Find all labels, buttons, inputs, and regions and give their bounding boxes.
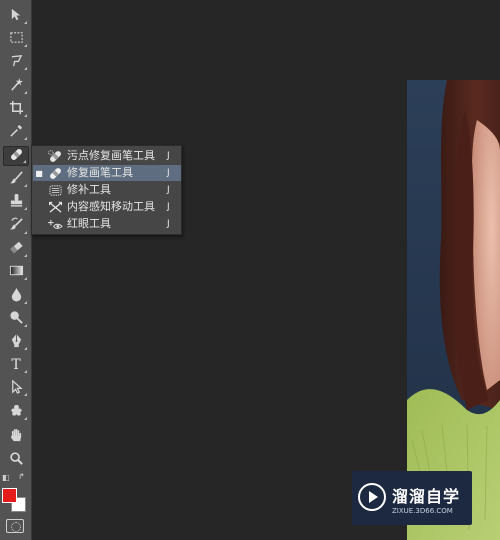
brush-tool[interactable]: [3, 169, 29, 189]
custom-shape-icon: [9, 403, 24, 421]
menu-item-shortcut: J: [167, 219, 170, 229]
clone-stamp-tool[interactable]: [3, 192, 29, 212]
menu-item-shortcut: J: [167, 168, 170, 178]
menu-item-label: 内容感知移动工具: [67, 200, 155, 213]
eraser-icon: [9, 240, 24, 258]
default-colors-icon[interactable]: ◧: [2, 474, 10, 482]
play-logo-icon: [358, 483, 386, 511]
eyedropper-tool[interactable]: [3, 122, 29, 142]
path-selection-tool[interactable]: [3, 378, 29, 398]
menu-item-label: 修补工具: [67, 183, 111, 196]
hand-icon: [9, 428, 24, 446]
history-brush-tool[interactable]: [3, 216, 29, 236]
menu-item-healing-brush[interactable]: ■ 修复画笔工具 J: [33, 165, 181, 181]
history-brush-icon: [9, 217, 24, 235]
brush-icon: [9, 170, 24, 188]
spot-healing-brush-icon: [45, 149, 65, 163]
foreground-color-swatch[interactable]: [2, 488, 17, 503]
menu-item-red-eye[interactable]: 红眼工具 J: [33, 216, 181, 232]
menu-item-shortcut: J: [167, 185, 170, 195]
healing-brush-icon: [45, 166, 65, 180]
active-tool-bullet: ■: [35, 168, 43, 178]
gradient-tool[interactable]: [3, 262, 29, 282]
rectangular-marquee-icon: [9, 30, 24, 48]
menu-item-content-aware-move[interactable]: 内容感知移动工具 J: [33, 199, 181, 215]
shape-tool[interactable]: [3, 402, 29, 422]
eraser-tool[interactable]: [3, 239, 29, 259]
crop-icon: [9, 100, 24, 118]
zoom-tool[interactable]: [3, 450, 29, 470]
marquee-tool[interactable]: [3, 29, 29, 49]
type-tool[interactable]: T: [3, 355, 29, 375]
drop-icon: [9, 287, 24, 305]
eyedropper-icon: [9, 123, 24, 141]
move-tool[interactable]: [3, 6, 29, 26]
watermark-url: ZIXUE.3D66.COM: [392, 507, 453, 515]
healing-tools-flyout-menu: 污点修复画笔工具 J ■ 修复画笔工具 J 修补工具 J 内容感知移动工具 J …: [31, 145, 182, 235]
magic-wand-tool[interactable]: [3, 76, 29, 96]
menu-item-shortcut: J: [167, 151, 170, 161]
blur-tool[interactable]: [3, 286, 29, 306]
type-icon: T: [11, 357, 21, 373]
dodge-tool[interactable]: [3, 309, 29, 329]
photoshop-workspace: T ◧ ↱ 污点修复画笔工具 J ■ 修复画笔工具 J 修补工具 J 内容感知移…: [0, 0, 500, 540]
color-swatches: ◧ ↱: [0, 470, 32, 520]
watermark-title: 溜溜自学: [392, 487, 461, 506]
gradient-icon: [9, 263, 24, 281]
menu-item-label: 修复画笔工具: [67, 166, 133, 179]
menu-item-patch[interactable]: 修补工具 J: [33, 182, 181, 198]
swap-colors-icon[interactable]: ↱: [18, 473, 25, 481]
pen-tool[interactable]: [3, 332, 29, 352]
bandage-icon: [9, 147, 24, 165]
magic-wand-icon: [9, 77, 24, 95]
zoom-icon: [9, 451, 24, 469]
dodge-icon: [9, 310, 24, 328]
menu-item-shortcut: J: [167, 202, 170, 212]
content-aware-move-icon: [45, 200, 65, 214]
pen-icon: [9, 333, 24, 351]
red-eye-icon: [45, 217, 65, 231]
lasso-icon: [9, 53, 24, 71]
path-selection-icon: [9, 379, 24, 397]
lasso-tool[interactable]: [3, 52, 29, 72]
menu-item-label: 污点修复画笔工具: [67, 149, 155, 162]
crop-tool[interactable]: [3, 99, 29, 119]
hand-tool[interactable]: [3, 427, 29, 447]
healing-brush-tool[interactable]: [3, 146, 29, 166]
watermark-badge: 溜溜自学 ZIXUE.3D66.COM: [352, 471, 472, 525]
menu-item-label: 红眼工具: [67, 217, 111, 230]
patch-icon: [45, 183, 65, 197]
quick-mask-icon[interactable]: [6, 519, 24, 533]
stamp-icon: [9, 193, 24, 211]
move-icon: [9, 7, 24, 25]
menu-item-spot-healing-brush[interactable]: 污点修复画笔工具 J: [33, 148, 181, 164]
tools-panel: T ◧ ↱: [0, 0, 32, 540]
